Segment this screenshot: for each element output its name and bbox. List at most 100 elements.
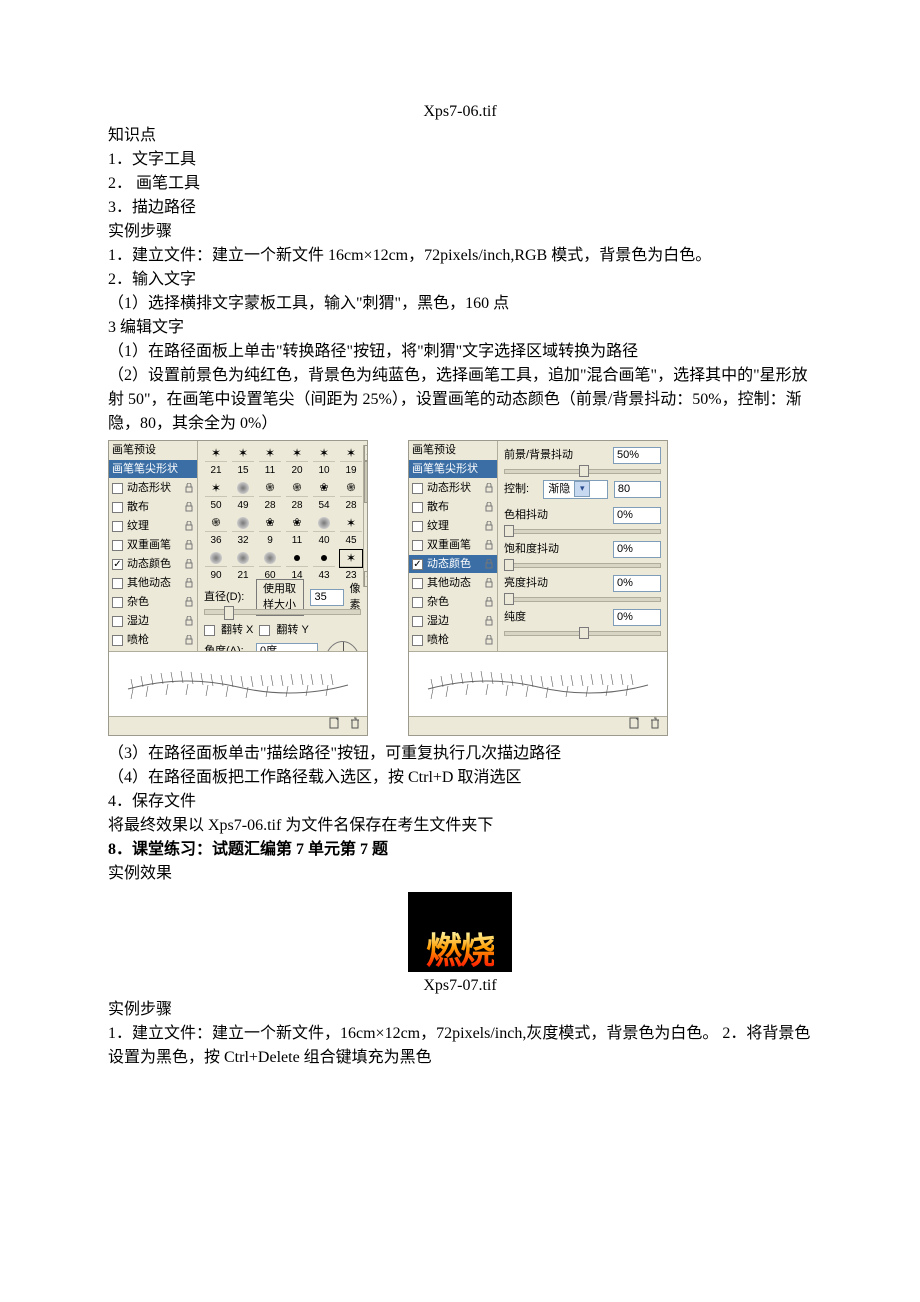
brush-tip-21[interactable]: ✶21 — [204, 445, 228, 478]
brush-tip-20[interactable]: ✶20 — [285, 445, 309, 478]
option-checkbox[interactable] — [112, 521, 123, 532]
brush-tip-90[interactable]: 90 — [204, 550, 228, 583]
saturation-jitter-input[interactable]: 0% — [613, 541, 661, 558]
option-checkbox[interactable] — [112, 635, 123, 646]
brush-option-动态颜色[interactable]: 动态颜色 — [109, 555, 197, 574]
brush-tip-40[interactable]: 40 — [312, 515, 336, 548]
brush-tip-50[interactable]: ✶50 — [204, 480, 228, 513]
brush-tip-28[interactable]: ֍28 — [258, 480, 282, 513]
brightness-jitter-input[interactable]: 0% — [613, 575, 661, 592]
brush-option-双重画笔[interactable]: 双重画笔 — [409, 536, 497, 555]
fgbg-jitter-input[interactable]: 50% — [613, 447, 661, 464]
brush-option-散布[interactable]: 散布 — [109, 498, 197, 517]
angle-widget[interactable] — [324, 641, 361, 651]
brightness-jitter-slider[interactable] — [504, 593, 661, 603]
option-checkbox[interactable] — [112, 540, 123, 551]
brush-tip-28[interactable]: ֍28 — [285, 480, 309, 513]
brush-option-双重画笔[interactable]: 双重画笔 — [109, 536, 197, 555]
new-icon[interactable] — [629, 717, 641, 735]
purity-input[interactable]: 0% — [613, 609, 661, 626]
brush-tip-21[interactable]: 21 — [231, 550, 255, 583]
scroll-down-button[interactable]: ▼ — [364, 571, 367, 587]
diameter-input[interactable]: 35 — [310, 589, 343, 606]
trash-icon[interactable] — [349, 717, 361, 735]
option-checkbox[interactable] — [412, 521, 423, 532]
option-checkbox[interactable] — [112, 559, 123, 570]
brush-tip-11[interactable]: ❀11 — [285, 515, 309, 548]
brush-option-动态颜色[interactable]: 动态颜色 — [409, 555, 497, 574]
brush-option-纹理[interactable]: 纹理 — [409, 517, 497, 536]
hue-jitter-input[interactable]: 0% — [613, 507, 661, 524]
option-checkbox[interactable] — [412, 559, 423, 570]
option-checkbox[interactable] — [112, 597, 123, 608]
saturation-jitter-slider[interactable] — [504, 559, 661, 569]
brush-tip-shape-panel: 画笔预设画笔笔尖形状动态形状散布纹理双重画笔动态颜色其他动态杂色湿边喷枪平滑保护… — [108, 440, 368, 736]
option-checkbox[interactable] — [112, 616, 123, 627]
hue-jitter-slider[interactable] — [504, 525, 661, 535]
diameter-slider[interactable] — [204, 609, 361, 615]
step-3-1: （1）在路径面板上单击"转换路径"按钮，将"刺猬"文字选择区域转换为路径 — [108, 340, 812, 364]
brush-tip-32[interactable]: 32 — [231, 515, 255, 548]
brush-tips-grid[interactable]: ✶21✶15✶11✶20✶10✶19✶5049֍28֍28❀54֍28֍3632… — [204, 445, 363, 583]
brush-option-喷枪[interactable]: 喷枪 — [409, 631, 497, 650]
option-checkbox[interactable] — [112, 502, 123, 513]
brush-option-画笔笔尖形状[interactable]: 画笔笔尖形状 — [409, 460, 497, 479]
option-checkbox[interactable] — [412, 483, 423, 494]
brush-option-湿边[interactable]: 湿边 — [409, 612, 497, 631]
brush-tip-10[interactable]: ✶10 — [312, 445, 336, 478]
brush-option-其他动态[interactable]: 其他动态 — [409, 574, 497, 593]
brush-tip-36[interactable]: ֍36 — [204, 515, 228, 548]
angle-input[interactable]: 0度 — [256, 643, 318, 652]
brush-option-杂色[interactable]: 杂色 — [109, 593, 197, 612]
brush-tip-23[interactable]: ✶23 — [339, 550, 363, 583]
brush-option-杂色[interactable]: 杂色 — [409, 593, 497, 612]
option-label: 杂色 — [127, 594, 149, 611]
scroll-thumb[interactable] — [364, 461, 367, 503]
brush-option-动态形状[interactable]: 动态形状 — [109, 479, 197, 498]
option-checkbox[interactable] — [112, 578, 123, 589]
brush-tip-15[interactable]: ✶15 — [231, 445, 255, 478]
option-checkbox[interactable] — [112, 483, 123, 494]
tips-scrollbar[interactable]: ▲ ▼ — [363, 445, 367, 587]
option-checkbox[interactable] — [412, 597, 423, 608]
option-checkbox[interactable] — [412, 502, 423, 513]
option-checkbox[interactable] — [412, 616, 423, 627]
flip-y-checkbox[interactable] — [259, 625, 270, 636]
brush-tip-28[interactable]: ֍28 — [339, 480, 363, 513]
new-icon[interactable] — [329, 717, 341, 735]
heading-steps: 实例步骤 — [108, 220, 812, 244]
color-dynamics-settings: 前景/背景抖动 50% 控制: 渐隐 ▾ 80 色相抖动 — [498, 441, 667, 651]
panel-footer-2 — [409, 716, 667, 735]
option-checkbox[interactable] — [412, 540, 423, 551]
brush-option-纹理[interactable]: 纹理 — [109, 517, 197, 536]
option-checkbox[interactable] — [412, 635, 423, 646]
brush-tip-45[interactable]: ✶45 — [339, 515, 363, 548]
trash-icon[interactable] — [649, 717, 661, 735]
brush-tip-19[interactable]: ✶19 — [339, 445, 363, 478]
knowledge-item-1: 1．文字工具 — [108, 148, 812, 172]
control-dropdown[interactable]: 渐隐 ▾ — [543, 480, 608, 499]
brush-option-画笔预设[interactable]: 画笔预设 — [409, 441, 497, 460]
brush-option-湿边[interactable]: 湿边 — [109, 612, 197, 631]
brush-tip-11[interactable]: ✶11 — [258, 445, 282, 478]
brush-tip-49[interactable]: 49 — [231, 480, 255, 513]
fgbg-jitter-slider[interactable] — [504, 465, 661, 475]
brush-option-喷枪[interactable]: 喷枪 — [109, 631, 197, 650]
brush-option-画笔预设[interactable]: 画笔预设 — [109, 441, 197, 460]
step-3-2: （2）设置前景色为纯红色，背景色为纯蓝色，选择画笔工具，追加"混合画笔"，选择其… — [108, 364, 812, 436]
brush-option-散布[interactable]: 散布 — [409, 498, 497, 517]
brush-tip-9[interactable]: ❀9 — [258, 515, 282, 548]
scroll-up-button[interactable]: ▲ — [364, 445, 367, 461]
flip-x-checkbox[interactable] — [204, 625, 215, 636]
flip-x-label: 翻转 X — [221, 622, 253, 639]
brush-panels-row: 画笔预设画笔笔尖形状动态形状散布纹理双重画笔动态颜色其他动态杂色湿边喷枪平滑保护… — [108, 440, 812, 736]
control-steps-input[interactable]: 80 — [614, 481, 661, 498]
brush-option-动态形状[interactable]: 动态形状 — [409, 479, 497, 498]
option-label: 纹理 — [427, 518, 449, 535]
brush-tip-43[interactable]: 43 — [312, 550, 336, 583]
brush-option-画笔笔尖形状[interactable]: 画笔笔尖形状 — [109, 460, 197, 479]
option-checkbox[interactable] — [412, 578, 423, 589]
purity-slider[interactable] — [504, 627, 661, 637]
brush-tip-54[interactable]: ❀54 — [312, 480, 336, 513]
brush-option-其他动态[interactable]: 其他动态 — [109, 574, 197, 593]
